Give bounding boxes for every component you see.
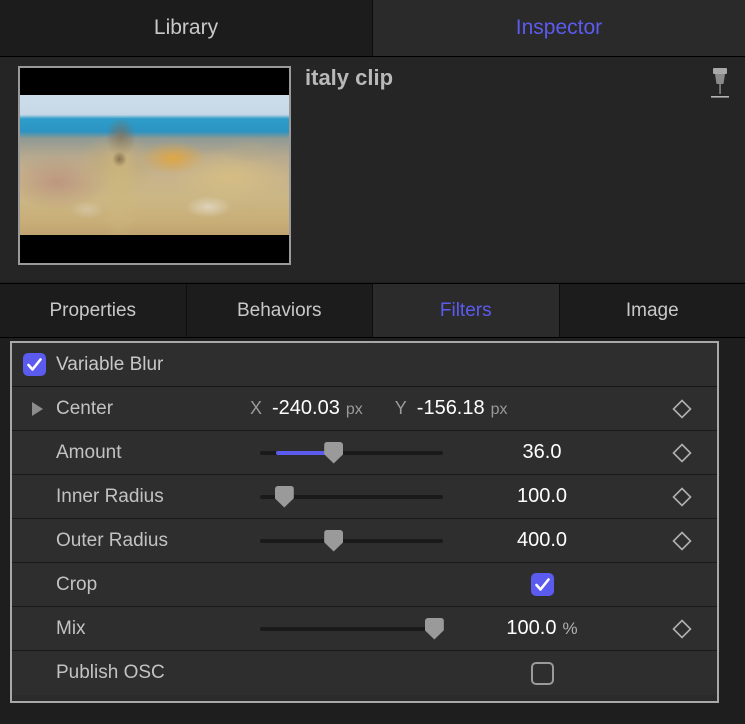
parameter-label: Mix [56, 618, 86, 640]
slider-track [260, 539, 443, 543]
slider-thumb[interactable] [324, 530, 343, 552]
parameter-label: Center [56, 398, 113, 420]
letterbox-bottom [20, 236, 289, 263]
thumbnail-image [20, 68, 289, 263]
filter-header-row: Variable Blur [12, 343, 717, 387]
filter-panel: Variable Blur Center X -240.03 px Y -156.18 px… [10, 341, 719, 703]
parameter-slider[interactable] [260, 618, 443, 640]
x-value-field[interactable]: -240.03 [272, 397, 340, 420]
parameter-value[interactable]: 36.0 [482, 441, 602, 464]
section-tab-bar: Properties Behaviors Filters Image [0, 283, 745, 338]
parameter-label: Crop [56, 574, 97, 596]
parameter-row: Inner Radius 100.0 [12, 475, 717, 519]
slider-thumb[interactable] [324, 442, 343, 464]
parameter-label: Publish OSC [56, 662, 165, 684]
tab-library[interactable]: Library [0, 0, 373, 57]
clip-header: italy clip [0, 57, 745, 282]
pushpin-icon[interactable] [705, 64, 735, 104]
tab-inspector-label: Inspector [516, 16, 602, 40]
parameter-unit: % [562, 619, 577, 638]
tab-image-label: Image [626, 300, 679, 322]
keyframe-diamond-icon[interactable] [672, 443, 692, 463]
parameter-checkbox[interactable] [531, 662, 554, 685]
parameter-checkbox[interactable] [531, 573, 554, 596]
keyframe-diamond-icon[interactable] [672, 487, 692, 507]
parameter-slider[interactable] [260, 530, 443, 552]
x-unit-label: px [346, 401, 363, 419]
parameter-value[interactable]: 400.0 [482, 529, 602, 552]
tab-inspector[interactable]: Inspector [373, 0, 745, 57]
inspector-window: Library Inspector italy clip [0, 0, 745, 724]
y-value-field[interactable]: -156.18 [417, 397, 485, 420]
parameter-rows: Center X -240.03 px Y -156.18 px Amount 36.0 Inne… [12, 387, 717, 695]
slider-thumb[interactable] [425, 618, 444, 640]
tab-properties[interactable]: Properties [0, 283, 187, 338]
parameter-label: Inner Radius [56, 486, 164, 508]
tab-filters[interactable]: Filters [373, 283, 560, 338]
parameter-slider[interactable] [260, 486, 443, 508]
tab-library-label: Library [154, 16, 218, 40]
y-axis-label: Y [395, 398, 407, 419]
thumbnail-photo-detail [20, 95, 289, 235]
tab-behaviors[interactable]: Behaviors [187, 283, 374, 338]
page-title: italy clip [305, 65, 393, 91]
filter-name-label: Variable Blur [56, 354, 163, 376]
parameter-row: Mix 100.0% [12, 607, 717, 651]
tab-behaviors-label: Behaviors [237, 300, 322, 322]
tab-filters-label: Filters [440, 300, 492, 322]
top-tab-bar: Library Inspector [0, 0, 745, 57]
parameter-row: Publish OSC [12, 651, 717, 695]
keyframe-diamond-icon[interactable] [672, 619, 692, 639]
parameter-value[interactable]: 100.0% [482, 617, 602, 640]
parameter-row: Amount 36.0 [12, 431, 717, 475]
filter-enable-checkbox[interactable] [23, 353, 46, 376]
parameter-value[interactable]: 100.0 [482, 485, 602, 508]
parameter-row: Crop [12, 563, 717, 607]
slider-thumb[interactable] [275, 486, 294, 508]
keyframe-diamond-icon[interactable] [672, 399, 692, 419]
point-value-group: X -240.03 px Y -156.18 px [250, 397, 540, 420]
parameter-row: Center X -240.03 px Y -156.18 px [12, 387, 717, 431]
letterbox-top [20, 68, 289, 95]
disclosure-triangle-icon[interactable] [32, 402, 43, 416]
thumbnail-photo [20, 95, 289, 235]
parameter-row: Outer Radius 400.0 [12, 519, 717, 563]
slider-track [260, 627, 443, 631]
keyframe-diamond-icon[interactable] [672, 531, 692, 551]
parameter-label: Amount [56, 442, 121, 464]
parameter-label: Outer Radius [56, 530, 168, 552]
tab-properties-label: Properties [49, 300, 136, 322]
y-unit-label: px [491, 401, 508, 419]
tab-image[interactable]: Image [560, 283, 745, 338]
parameter-slider[interactable] [260, 442, 443, 464]
clip-thumbnail[interactable] [18, 66, 291, 265]
x-axis-label: X [250, 398, 262, 419]
